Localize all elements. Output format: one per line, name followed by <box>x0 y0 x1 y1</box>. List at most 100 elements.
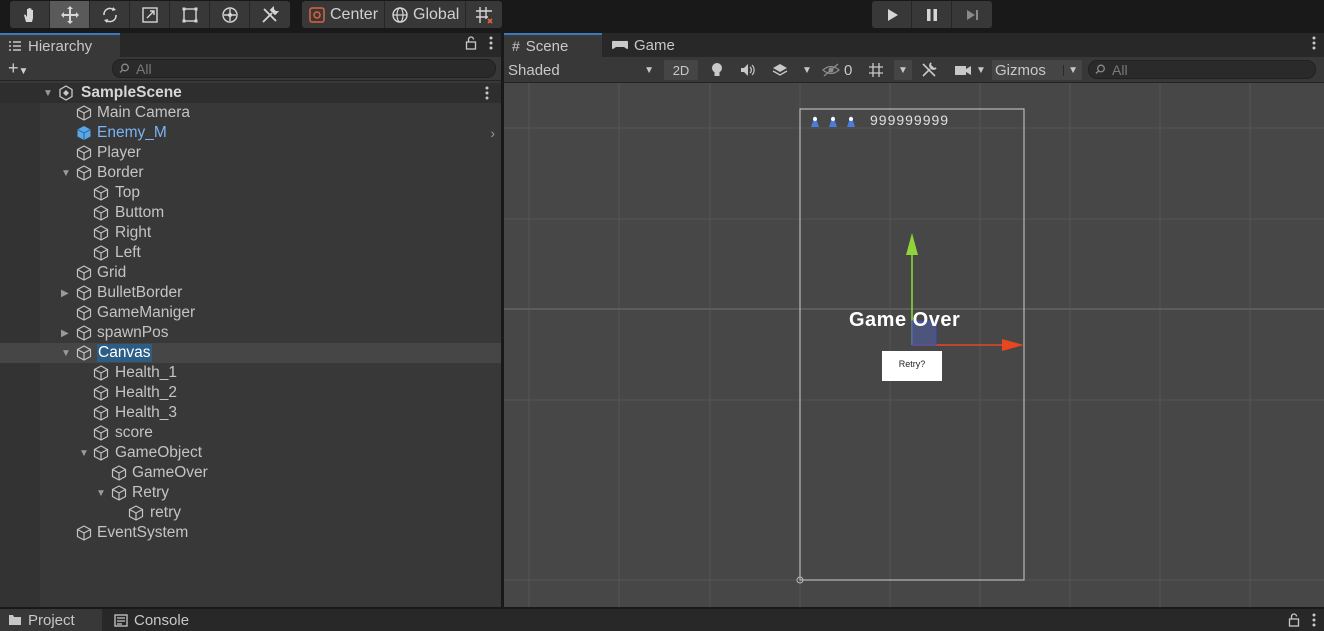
hierarchy-item-label: retry <box>150 504 181 521</box>
hierarchy-item[interactable]: ▼ Border <box>0 163 501 183</box>
scene-search-placeholder: All <box>1112 61 1128 78</box>
dropdown-arrow-icon: ▼ <box>898 64 908 76</box>
hierarchy-item[interactable]: Player <box>0 143 501 163</box>
step-button[interactable] <box>952 1 992 28</box>
space-toggle[interactable]: Global <box>385 1 467 28</box>
bottom-panel-icons <box>1288 613 1316 627</box>
transform-tool-button[interactable] <box>210 1 250 28</box>
hierarchy-item[interactable]: GameOver <box>0 463 501 483</box>
hidden-objects-toggle[interactable]: 0 <box>822 60 852 80</box>
scene-name: SampleScene <box>81 84 182 101</box>
hierarchy-item[interactable]: Buttom <box>0 203 501 223</box>
hierarchy-item[interactable]: Grid <box>0 263 501 283</box>
more-options-icon[interactable] <box>1312 613 1316 627</box>
expand-arrow-icon[interactable]: ▶ <box>61 288 71 299</box>
gameobject-cube-icon <box>93 365 109 381</box>
rotate-tool-button[interactable] <box>90 1 130 28</box>
grid-toggle[interactable] <box>868 60 884 80</box>
gameobject-cube-icon <box>93 225 109 241</box>
camera-dropdown[interactable]: ▼ <box>954 60 986 80</box>
fold-arrow-icon[interactable]: ▼ <box>61 168 71 179</box>
hierarchy-item[interactable]: ▶ BulletBorder <box>0 283 501 303</box>
fold-arrow-icon[interactable]: ▼ <box>79 448 89 459</box>
gameobject-cube-icon <box>76 165 92 181</box>
more-options-icon[interactable] <box>1312 36 1316 50</box>
hierarchy-item[interactable]: ▶ spawnPos <box>0 323 501 343</box>
hierarchy-item[interactable]: Left <box>0 243 501 263</box>
custom-tool-button[interactable] <box>250 1 290 28</box>
hand-tool-button[interactable] <box>10 1 50 28</box>
search-icon <box>1095 64 1105 74</box>
grid-snap-button[interactable] <box>466 1 502 28</box>
gameobject-cube-icon <box>76 525 92 541</box>
project-tab-label: Project <box>28 611 75 629</box>
move-tool-button[interactable] <box>50 1 90 28</box>
hierarchy-item[interactable]: Top <box>0 183 501 203</box>
more-options-icon[interactable] <box>489 36 493 50</box>
tab-project[interactable]: Project <box>0 609 102 631</box>
pivot-toggle[interactable]: Center <box>302 1 386 28</box>
fold-arrow-icon[interactable]: ▼ <box>96 488 106 499</box>
hierarchy-item[interactable]: ▼ Retry <box>0 483 501 503</box>
tab-console[interactable]: Console <box>106 609 197 631</box>
toggle-2d-label: 2D <box>672 62 690 78</box>
play-icon <box>887 8 898 21</box>
tab-scene[interactable]: # Scene <box>504 33 602 57</box>
gizmos-dropdown[interactable]: Gizmos ▼ <box>992 60 1082 80</box>
list-icon <box>9 41 21 51</box>
pause-button[interactable] <box>912 1 952 28</box>
hierarchy-item[interactable]: ▼ GameObject <box>0 443 501 463</box>
space-label: Global <box>413 5 460 23</box>
hand-icon <box>23 7 33 22</box>
gameobject-cube-icon <box>111 465 127 481</box>
rect-tool-button[interactable] <box>170 1 210 28</box>
hierarchy-item[interactable]: Main Camera <box>0 103 501 123</box>
game-tab-label: Game <box>634 36 675 54</box>
rect-transform-icon <box>182 7 197 22</box>
hierarchy-item[interactable]: Health_2 <box>0 383 501 403</box>
tab-hierarchy[interactable]: Hierarchy <box>0 33 120 57</box>
scene-tab-label: Scene <box>525 37 569 55</box>
lock-icon[interactable] <box>1288 613 1300 627</box>
hierarchy-search-placeholder: All <box>136 60 152 77</box>
scene-row[interactable]: ▼ SampleScene <box>0 83 501 103</box>
scene-viewport[interactable]: 999999999 Game Over Retry? <box>504 83 1324 607</box>
scene-more-icon[interactable] <box>485 86 489 100</box>
hierarchy-panel: Hierarchy +▼ All ▼ SampleScene Main Came… <box>0 33 501 607</box>
toggle-2d-button[interactable]: 2D <box>664 60 698 80</box>
grid-icon <box>869 63 883 77</box>
hierarchy-item[interactable]: GameManiger <box>0 303 501 323</box>
effects-dropdown[interactable]: ▼ <box>772 60 812 80</box>
audio-toggle[interactable] <box>740 60 756 80</box>
hierarchy-item[interactable]: Right <box>0 223 501 243</box>
hierarchy-item[interactable]: Health_1 <box>0 363 501 383</box>
create-dropdown-button[interactable]: +▼ <box>0 58 40 79</box>
scene-search-field[interactable]: All <box>1088 60 1316 79</box>
hierarchy-item[interactable]: Health_3 <box>0 403 501 423</box>
hierarchy-item-selected[interactable]: ▼ Canvas <box>0 343 501 363</box>
hierarchy-item[interactable]: retry <box>0 503 501 523</box>
gameobject-cube-icon <box>93 425 109 441</box>
hierarchy-item[interactable]: EventSystem <box>0 523 501 543</box>
tools-toggle[interactable] <box>920 60 938 80</box>
scale-tool-button[interactable] <box>130 1 170 28</box>
health-icons <box>811 115 855 127</box>
tab-game[interactable]: Game <box>604 33 683 57</box>
hierarchy-panel-icons <box>465 36 493 50</box>
expand-arrow-icon[interactable]: ▶ <box>61 328 71 339</box>
hierarchy-item-prefab[interactable]: Enemy_M › <box>0 123 501 143</box>
chevron-right-icon[interactable]: › <box>490 125 495 141</box>
lighting-toggle[interactable] <box>710 60 724 80</box>
fold-arrow-icon[interactable]: ▼ <box>61 348 71 359</box>
play-button[interactable] <box>872 1 912 28</box>
dropdown-arrow-icon: ▼ <box>644 64 654 76</box>
fold-arrow-icon[interactable]: ▼ <box>43 88 53 99</box>
lock-icon[interactable] <box>465 36 477 50</box>
hierarchy-tab-label: Hierarchy <box>28 37 93 55</box>
gameobject-cube-icon <box>111 485 127 501</box>
hierarchy-search-field[interactable]: All <box>112 59 496 78</box>
play-controls <box>872 1 992 28</box>
grid-dropdown[interactable]: ▼ <box>894 60 912 80</box>
hierarchy-item[interactable]: score <box>0 423 501 443</box>
shading-mode-dropdown[interactable]: Shaded ▼ <box>508 60 656 80</box>
